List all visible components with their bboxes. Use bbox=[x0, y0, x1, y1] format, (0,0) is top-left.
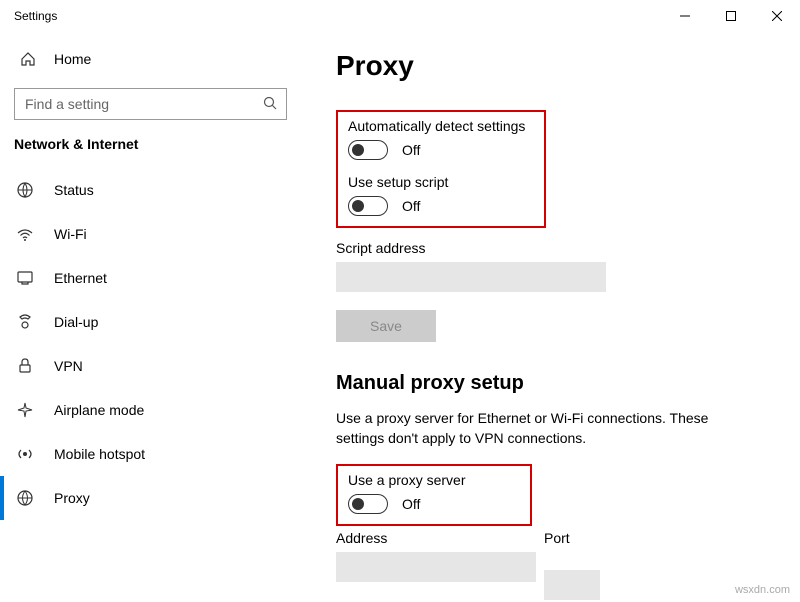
sidebar-item-label: Dial-up bbox=[54, 314, 98, 330]
auto-detect-label: Automatically detect settings bbox=[348, 118, 534, 134]
use-script-label: Use setup script bbox=[348, 174, 534, 190]
auto-detect-state: Off bbox=[402, 142, 420, 158]
save-button[interactable]: Save bbox=[336, 310, 436, 342]
airplane-icon bbox=[16, 401, 34, 419]
sidebar-item-label: Mobile hotspot bbox=[54, 446, 145, 462]
sidebar-item-proxy[interactable]: Proxy bbox=[0, 476, 301, 520]
window-controls bbox=[662, 0, 800, 32]
address-input[interactable] bbox=[336, 552, 536, 582]
content: Proxy Automatically detect settings Off … bbox=[302, 32, 800, 602]
window-title: Settings bbox=[14, 9, 57, 23]
close-icon bbox=[772, 11, 782, 21]
search-icon bbox=[262, 95, 278, 114]
minimize-icon bbox=[680, 11, 690, 21]
sidebar-item-label: Ethernet bbox=[54, 270, 107, 286]
maximize-icon bbox=[726, 11, 736, 21]
home-link[interactable]: Home bbox=[0, 40, 301, 78]
manual-header: Manual proxy setup bbox=[336, 372, 766, 395]
proxy-icon bbox=[16, 489, 34, 507]
minimize-button[interactable] bbox=[662, 0, 708, 32]
sidebar-item-dialup[interactable]: Dial-up bbox=[0, 300, 301, 344]
search-input[interactable]: Find a setting bbox=[14, 88, 287, 120]
manual-description: Use a proxy server for Ethernet or Wi-Fi… bbox=[336, 409, 756, 448]
sidebar: Home Find a setting Network & Internet S… bbox=[0, 32, 302, 602]
sidebar-item-status[interactable]: Status bbox=[0, 168, 301, 212]
use-script-state: Off bbox=[402, 198, 420, 214]
use-proxy-label: Use a proxy server bbox=[348, 472, 520, 488]
sidebar-item-label: Airplane mode bbox=[54, 402, 144, 418]
port-input[interactable] bbox=[544, 570, 600, 600]
watermark: wsxdn.com bbox=[735, 584, 790, 596]
use-script-toggle[interactable] bbox=[348, 196, 388, 216]
highlight-box-proxy: Use a proxy server Off bbox=[336, 464, 532, 526]
home-icon bbox=[20, 51, 36, 67]
page-title: Proxy bbox=[336, 50, 766, 82]
sidebar-item-label: Status bbox=[54, 182, 94, 198]
port-label: Port bbox=[544, 530, 570, 546]
sidebar-item-wifi[interactable]: Wi-Fi bbox=[0, 212, 301, 256]
status-icon bbox=[16, 181, 34, 199]
home-label: Home bbox=[54, 51, 91, 67]
sidebar-item-label: Wi-Fi bbox=[54, 226, 87, 242]
use-proxy-toggle[interactable] bbox=[348, 494, 388, 514]
search-placeholder: Find a setting bbox=[25, 96, 109, 112]
sidebar-item-ethernet[interactable]: Ethernet bbox=[0, 256, 301, 300]
script-address-label: Script address bbox=[336, 240, 766, 256]
use-proxy-state: Off bbox=[402, 496, 420, 512]
sidebar-category: Network & Internet bbox=[0, 136, 301, 168]
sidebar-item-hotspot[interactable]: Mobile hotspot bbox=[0, 432, 301, 476]
auto-detect-toggle[interactable] bbox=[348, 140, 388, 160]
hotspot-icon bbox=[16, 445, 34, 463]
vpn-icon bbox=[16, 357, 34, 375]
title-bar: Settings bbox=[0, 0, 800, 32]
sidebar-item-vpn[interactable]: VPN bbox=[0, 344, 301, 388]
wifi-icon bbox=[16, 225, 34, 243]
dialup-icon bbox=[16, 313, 34, 331]
highlight-box-auto: Automatically detect settings Off Use se… bbox=[336, 110, 546, 228]
ethernet-icon bbox=[16, 269, 34, 287]
sidebar-item-label: Proxy bbox=[54, 490, 90, 506]
sidebar-item-label: VPN bbox=[54, 358, 83, 374]
sidebar-item-airplane[interactable]: Airplane mode bbox=[0, 388, 301, 432]
maximize-button[interactable] bbox=[708, 0, 754, 32]
script-address-input[interactable] bbox=[336, 262, 606, 292]
address-label: Address bbox=[336, 530, 544, 546]
close-button[interactable] bbox=[754, 0, 800, 32]
